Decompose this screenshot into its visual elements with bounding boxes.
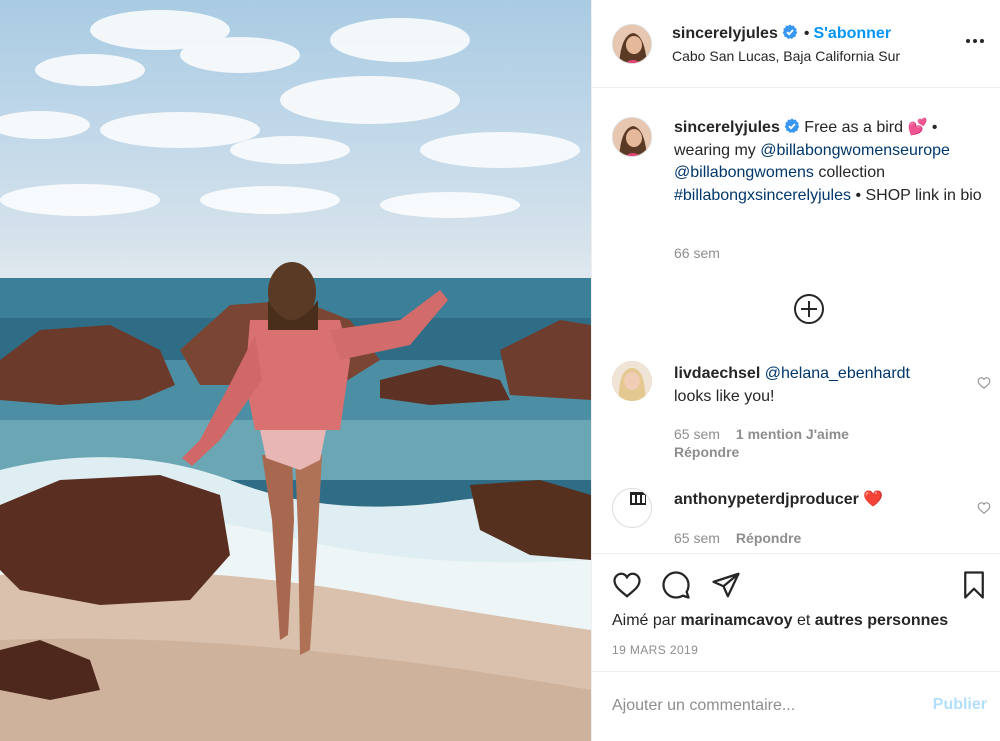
comment-username[interactable]: anthonypeterdjproducer (674, 491, 859, 508)
liked-by-connector: et (797, 612, 811, 629)
liked-by-others[interactable]: autres personnes (815, 612, 948, 629)
comment-body: anthonypeterdjproducer ❤️ (674, 489, 883, 509)
comment-body: livdaechsel @helana_ebenhardt looks like… (674, 363, 964, 408)
reply-button[interactable]: Répondre (736, 530, 801, 546)
publish-button[interactable]: Publier (933, 696, 987, 714)
post-photo[interactable] (0, 0, 591, 741)
liked-by-prefix: Aimé par (612, 612, 677, 629)
liked-by-user[interactable]: marinamcavoy (680, 612, 792, 629)
comment-timestamp[interactable]: 65 sem (674, 530, 720, 546)
comment-meta: 65 sem Répondre (674, 530, 801, 546)
avatar-image (612, 361, 652, 401)
caption-text: • SHOP link in bio (851, 186, 982, 204)
bookmark-icon[interactable] (959, 570, 989, 600)
verified-badge-icon (784, 118, 800, 133)
comment-timestamp[interactable]: 65 sem (674, 426, 720, 442)
post-actions: Aimé par marinamcavoy et autres personne… (592, 553, 1000, 671)
comment-text: looks like you! (674, 387, 775, 405)
comment-input[interactable] (612, 692, 912, 720)
comment-emoji: ❤️ (863, 491, 884, 508)
caption-username[interactable]: sincerelyjules (674, 119, 780, 136)
more-horizontal-icon[interactable] (965, 36, 985, 46)
comments-list[interactable]: sincerelyjules Free as a bird 💕 • wearin… (592, 89, 1000, 553)
post-header: sincerelyjules • S'abonner Cabo San Lucas,… (592, 0, 1000, 88)
reply-button[interactable]: Répondre (674, 444, 739, 460)
heart-icon[interactable] (612, 570, 642, 600)
avatar-image (613, 118, 651, 156)
commenter-avatar[interactable] (612, 488, 652, 528)
caption-hashtag[interactable]: #billabongxsincerelyjules (674, 187, 851, 204)
commenter-avatar[interactable] (612, 361, 652, 401)
header-title-row: sincerelyjules • S'abonner (672, 24, 891, 43)
caption-timestamp[interactable]: 66 sem (674, 245, 720, 261)
post-date[interactable]: 19 MARS 2019 (612, 643, 698, 657)
comment-username[interactable]: livdaechsel (674, 365, 760, 382)
comment-bubble-icon[interactable] (661, 570, 691, 600)
caption-text: Free as a bird (804, 119, 904, 136)
comment-like-heart-icon[interactable] (977, 501, 991, 515)
caption-text: collection (813, 164, 886, 181)
author-username[interactable]: sincerelyjules (672, 25, 778, 42)
caption-mention[interactable]: @billabongwomenseurope (760, 142, 950, 159)
caption-author-avatar[interactable] (612, 117, 652, 157)
liked-by-text: Aimé par marinamcavoy et autres personne… (612, 612, 948, 630)
comment-likes-count[interactable]: 1 mention J'aime (736, 426, 849, 442)
comment-mention[interactable]: @helana_ebenhardt (765, 365, 910, 382)
post-side-panel: sincerelyjules • S'abonner Cabo San Lucas,… (591, 0, 1000, 741)
beach-photo-illustration (0, 10, 591, 741)
avatar-image (613, 25, 651, 63)
plus-circle-icon[interactable] (793, 293, 825, 325)
caption-emoji: 💕 (907, 119, 928, 136)
post-caption: sincerelyjules Free as a bird 💕 • wearin… (674, 117, 990, 207)
caption-mention[interactable]: @billabongwomens (674, 164, 814, 181)
comment-like-heart-icon[interactable] (977, 376, 991, 390)
verified-badge-icon (782, 24, 798, 39)
avatar-logo (613, 489, 651, 527)
author-avatar[interactable] (612, 24, 652, 64)
post-location[interactable]: Cabo San Lucas, Baja California Sur (672, 48, 900, 64)
add-comment-bar: Publier (592, 671, 1000, 741)
comment-meta: 65 sem 1 mention J'aime (674, 426, 849, 442)
paper-plane-icon[interactable] (711, 570, 741, 600)
header-dot-separator: • (803, 25, 810, 42)
follow-button[interactable]: S'abonner (813, 25, 891, 42)
comment-reply-row: Répondre (674, 444, 739, 460)
